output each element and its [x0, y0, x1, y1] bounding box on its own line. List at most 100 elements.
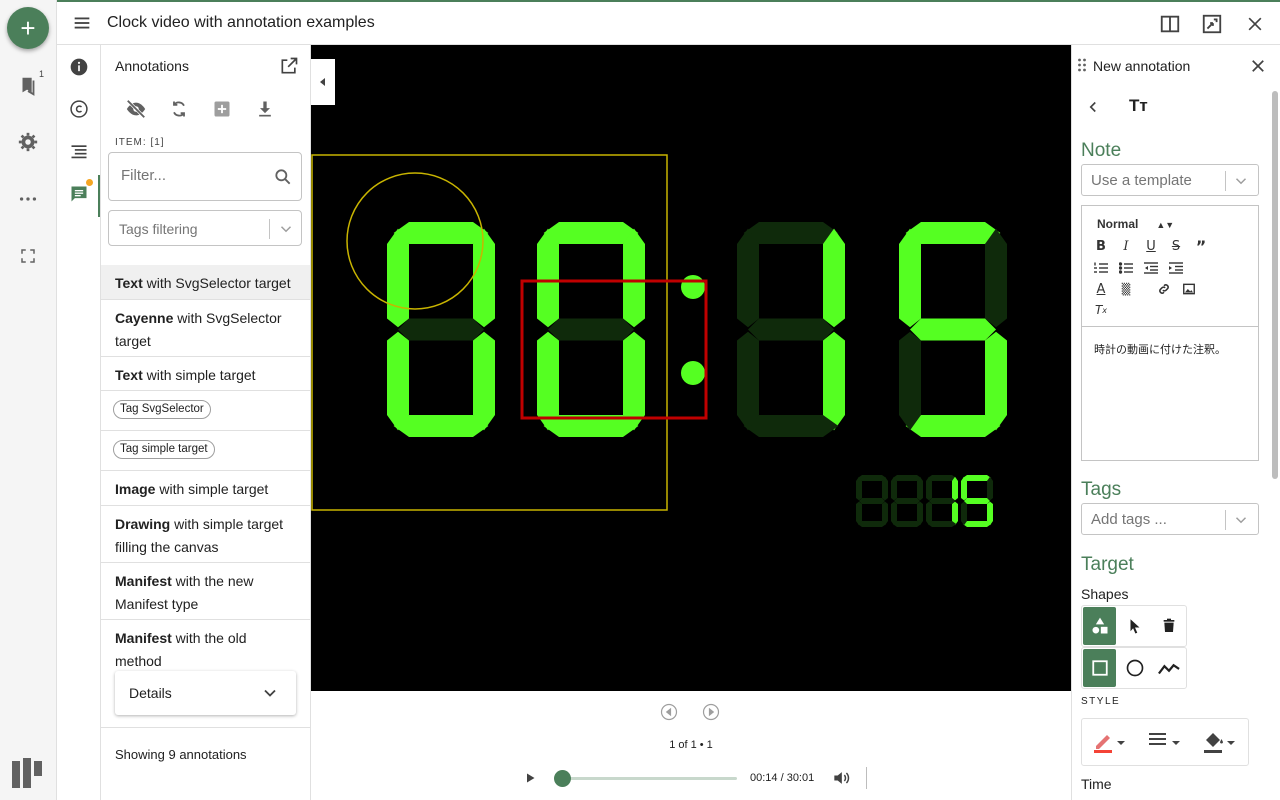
maximize-window-icon[interactable] — [1200, 12, 1224, 36]
more-options-icon[interactable] — [14, 185, 42, 213]
drag-handle-icon[interactable] — [1077, 58, 1087, 72]
tags-placeholder: Add tags ... — [1091, 511, 1167, 528]
fill-color-button[interactable] — [1193, 719, 1248, 765]
stroke-color-button[interactable] — [1082, 719, 1137, 765]
filter-input[interactable] — [121, 167, 271, 184]
tag-chip[interactable]: Tag simple target — [113, 440, 215, 459]
underline-icon[interactable]: U — [1143, 238, 1159, 254]
annotation-list-item[interactable]: Tag simple target — [101, 431, 310, 471]
outdent-icon[interactable] — [1143, 260, 1159, 276]
segment-f — [891, 476, 897, 501]
tags-select[interactable]: Add tags ... — [1081, 503, 1259, 535]
panel-scrollbar[interactable] — [1272, 91, 1278, 479]
seconds-digit — [856, 475, 888, 527]
segment-g — [894, 498, 920, 504]
collapse-sidebar-tab[interactable] — [311, 59, 335, 105]
open-in-new-icon[interactable] — [279, 56, 299, 76]
hide-annotations-eye-off-icon[interactable] — [124, 97, 148, 121]
structure-list-icon[interactable] — [67, 140, 91, 164]
tags-filter-select[interactable]: Tags filtering — [108, 210, 302, 246]
chevron-down-icon[interactable] — [1232, 511, 1250, 529]
annotation-list-item[interactable]: Tag SvgSelector — [101, 391, 310, 431]
window-menu-icon[interactable] — [71, 12, 93, 34]
segment-g — [859, 498, 885, 504]
template-select[interactable]: Use a template — [1081, 164, 1259, 196]
seek-slider-thumb[interactable] — [554, 770, 572, 787]
line-weight-button[interactable] — [1137, 719, 1192, 765]
annotation-list-item[interactable]: Text with SvgSelector target — [101, 265, 310, 300]
segment-d — [962, 521, 992, 527]
details-accordion[interactable]: Details — [115, 671, 296, 715]
window-top-bar: Clock video with annotation examples — [57, 0, 1280, 45]
annotations-panel: Annotations ITEM: [1] Tags filtering Tex… — [101, 45, 311, 800]
text-color-icon[interactable]: A — [1093, 281, 1109, 297]
rectangle-tool-button[interactable] — [1083, 649, 1117, 687]
segment-a — [962, 475, 992, 481]
bold-icon[interactable]: B — [1093, 238, 1109, 254]
select-separator — [269, 219, 270, 239]
filter-field[interactable] — [108, 152, 302, 201]
add-annotation-icon[interactable] — [210, 97, 234, 121]
rich-text-editor[interactable]: Normal ▲▼ B I U S ” A ▒ Tx 時計の動画に付けた注釈。 — [1081, 205, 1259, 461]
annotation-list-item[interactable]: Text with simple target — [101, 357, 310, 391]
blockquote-icon[interactable]: ” — [1193, 237, 1209, 256]
segment-f — [899, 228, 921, 328]
tag-chip[interactable]: Tag SvgSelector — [113, 400, 211, 419]
expand-chevron-down-icon[interactable] — [260, 683, 280, 703]
note-text-content[interactable]: 時計の動画に付けた注釈。 — [1094, 341, 1226, 357]
download-icon[interactable] — [253, 97, 277, 121]
clock-display — [311, 154, 1007, 527]
chevron-down-icon[interactable] — [277, 220, 295, 238]
close-icon[interactable] — [1249, 57, 1267, 75]
back-chevron-left-icon[interactable] — [1084, 98, 1102, 116]
bookmark-icon[interactable] — [14, 72, 42, 100]
chevron-down-icon[interactable] — [1232, 172, 1250, 190]
link-icon[interactable] — [1156, 281, 1172, 297]
shapes-tool-button[interactable] — [1083, 607, 1117, 645]
volume-icon[interactable] — [831, 768, 851, 788]
text-type-icon[interactable]: Tт — [1129, 96, 1148, 116]
annotation-list-item[interactable]: Manifest with the new Manifest type — [101, 563, 310, 620]
seconds-digit — [926, 475, 958, 527]
clock-digit — [387, 222, 495, 437]
format-select[interactable]: Normal ▲▼ — [1097, 217, 1174, 231]
select-pointer-button[interactable] — [1117, 606, 1151, 646]
next-canvas-icon[interactable] — [702, 703, 720, 721]
annotation-list-item[interactable]: Cayenne with SvgSelector target — [101, 300, 310, 357]
indent-icon[interactable] — [1168, 260, 1184, 276]
rights-copyright-icon[interactable] — [67, 97, 91, 121]
segment-a — [927, 475, 957, 481]
new-annotation-panel: New annotation Tт Note Use a template No… — [1071, 45, 1280, 800]
fill-bucket-icon — [1204, 733, 1236, 753]
add-resource-button[interactable]: + — [7, 7, 49, 49]
view-layout-icon[interactable] — [1158, 12, 1182, 36]
segment-d — [927, 521, 957, 527]
italic-icon[interactable]: I — [1118, 238, 1134, 254]
annotation-list: Text with SvgSelector target Cayenne wit… — [101, 265, 310, 732]
strikethrough-icon[interactable]: S — [1168, 238, 1184, 254]
background-color-icon[interactable]: ▒ — [1118, 281, 1134, 297]
polygon-tool-button[interactable] — [1152, 648, 1186, 688]
seconds-digit — [961, 475, 993, 527]
segment-d — [857, 521, 887, 527]
annotation-list-item[interactable]: Drawing with simple target filling the c… — [101, 506, 310, 563]
info-icon[interactable] — [67, 55, 91, 79]
refresh-sync-icon[interactable] — [167, 97, 191, 121]
tags-heading: Tags — [1081, 479, 1122, 500]
shape-mode-group — [1081, 605, 1187, 647]
image-icon[interactable] — [1181, 281, 1197, 297]
ordered-list-icon[interactable] — [1093, 260, 1109, 276]
video-seek-slider[interactable] — [554, 770, 737, 787]
play-icon[interactable] — [521, 769, 539, 787]
bullet-list-icon[interactable] — [1118, 260, 1134, 276]
previous-canvas-icon[interactable] — [660, 703, 678, 721]
annotation-list-item[interactable]: Image with simple target — [101, 471, 310, 506]
segment-g — [910, 318, 996, 341]
settings-gear-icon[interactable] — [14, 128, 42, 156]
ellipse-tool-button[interactable] — [1117, 648, 1151, 688]
clear-formatting-icon[interactable]: Tx — [1093, 302, 1109, 318]
video-canvas[interactable] — [311, 45, 1071, 691]
close-window-icon[interactable] — [1243, 12, 1267, 36]
delete-shape-button[interactable] — [1152, 606, 1186, 646]
fullscreen-icon[interactable] — [14, 242, 42, 270]
